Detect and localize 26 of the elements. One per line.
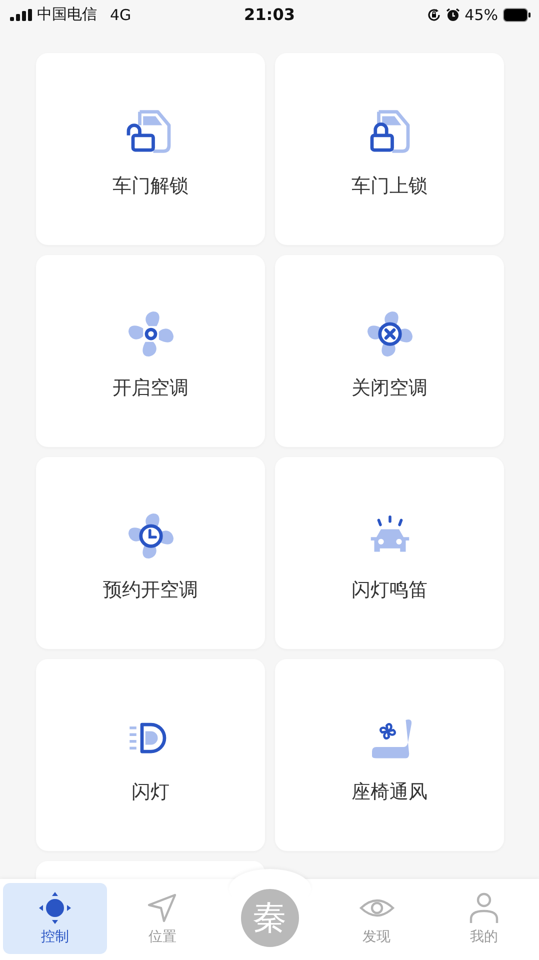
- rotation-lock-icon: [426, 8, 441, 22]
- control-card[interactable]: 座椅通风: [275, 658, 504, 851]
- control-card[interactable]: 车门上锁: [275, 52, 504, 245]
- clock-time: 21:03: [244, 5, 295, 24]
- card-label: 车门上锁: [352, 174, 428, 199]
- tab-item[interactable]: 控制: [3, 882, 108, 954]
- control-icon: [37, 890, 74, 926]
- card-label: 座椅通风: [352, 780, 428, 805]
- card-label: 关闭空调: [352, 376, 428, 401]
- card-label: 闪灯鸣笛: [352, 578, 428, 603]
- control-card[interactable]: 开启空调: [36, 254, 265, 447]
- card-label: 预约开空调: [103, 578, 198, 603]
- carrier-name: 中国电信: [37, 5, 97, 24]
- control-card[interactable]: 关闭空调: [275, 254, 504, 447]
- battery-percent: 45%: [464, 6, 498, 24]
- control-card[interactable]: 闪灯鸣笛: [275, 456, 504, 649]
- card-label: 闪灯: [132, 780, 170, 805]
- control-card[interactable]: 预约开空调: [36, 456, 265, 649]
- battery-icon: [503, 8, 531, 22]
- control-card[interactable]: 闪灯: [36, 658, 265, 851]
- alarm-icon: [446, 8, 460, 22]
- network-type: 4G: [110, 6, 132, 24]
- card-label: 开启空调: [112, 376, 188, 401]
- control-card[interactable]: 车门解锁: [36, 52, 265, 245]
- card-label: 车门解锁: [112, 174, 188, 199]
- signal-icon: [10, 8, 32, 21]
